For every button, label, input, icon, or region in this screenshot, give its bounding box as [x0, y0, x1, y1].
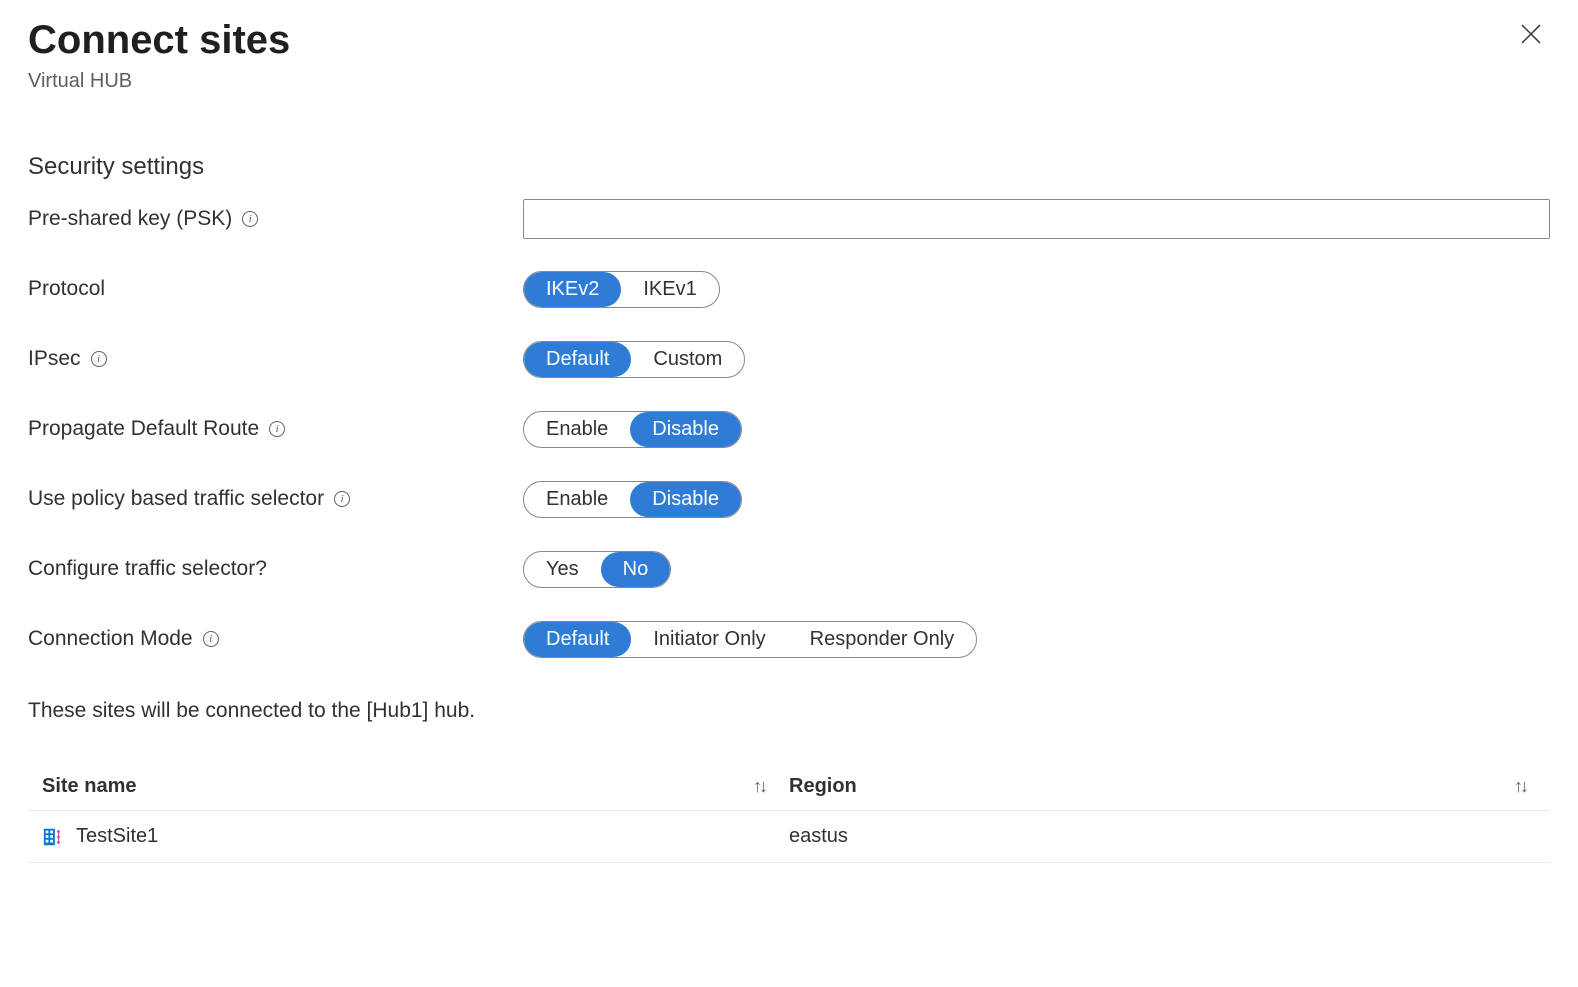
configure-option-no[interactable]: No	[601, 552, 671, 587]
info-icon[interactable]: i	[203, 631, 219, 647]
column-header-site-name[interactable]: Site name ↑↓	[28, 775, 789, 798]
site-icon	[42, 826, 64, 848]
close-icon	[1520, 23, 1542, 45]
policy-option-disable[interactable]: Disable	[630, 482, 741, 517]
info-icon[interactable]: i	[91, 351, 107, 367]
page-subtitle: Virtual HUB	[28, 70, 290, 93]
info-icon[interactable]: i	[334, 491, 350, 507]
protocol-option-ikev1[interactable]: IKEv1	[621, 272, 718, 307]
policy-option-enable[interactable]: Enable	[524, 482, 630, 517]
label-policy-selector: Use policy based traffic selector	[28, 487, 324, 511]
psk-input[interactable]	[523, 199, 1550, 239]
table-row[interactable]: TestSite1 eastus	[28, 811, 1550, 863]
section-heading-security: Security settings	[28, 153, 1550, 181]
cell-site-name: TestSite1	[76, 825, 158, 848]
sort-icon[interactable]: ↑↓	[1514, 776, 1526, 797]
page-title: Connect sites	[28, 18, 290, 62]
row-ipsec: IPsec i Default Custom	[28, 339, 1550, 379]
row-psk: Pre-shared key (PSK) i	[28, 199, 1550, 239]
sites-table: Site name ↑↓ Region ↑↓ TestSite1 eastus	[28, 763, 1550, 863]
connection-mode-toggle: Default Initiator Only Responder Only	[523, 621, 977, 658]
mode-option-default[interactable]: Default	[524, 622, 631, 657]
row-configure-selector: Configure traffic selector? Yes No	[28, 549, 1550, 589]
protocol-option-ikev2[interactable]: IKEv2	[524, 272, 621, 307]
protocol-toggle: IKEv2 IKEv1	[523, 271, 720, 308]
label-psk: Pre-shared key (PSK)	[28, 207, 232, 231]
policy-selector-toggle: Enable Disable	[523, 481, 742, 518]
propagate-option-enable[interactable]: Enable	[524, 412, 630, 447]
connection-description: These sites will be connected to the [Hu…	[28, 699, 1550, 723]
propagate-toggle: Enable Disable	[523, 411, 742, 448]
label-connection-mode: Connection Mode	[28, 627, 193, 651]
close-button[interactable]	[1512, 18, 1550, 54]
info-icon[interactable]: i	[242, 211, 258, 227]
panel-header: Connect sites Virtual HUB	[28, 18, 1550, 93]
label-configure-selector: Configure traffic selector?	[28, 557, 267, 581]
label-protocol: Protocol	[28, 277, 105, 301]
info-icon[interactable]: i	[269, 421, 285, 437]
row-propagate: Propagate Default Route i Enable Disable	[28, 409, 1550, 449]
ipsec-option-custom[interactable]: Custom	[631, 342, 744, 377]
column-label-region: Region	[789, 775, 857, 798]
label-ipsec: IPsec	[28, 347, 81, 371]
propagate-option-disable[interactable]: Disable	[630, 412, 741, 447]
configure-option-yes[interactable]: Yes	[524, 552, 601, 587]
ipsec-option-default[interactable]: Default	[524, 342, 631, 377]
column-header-region[interactable]: Region ↑↓	[789, 775, 1550, 798]
mode-option-responder[interactable]: Responder Only	[788, 622, 977, 657]
row-policy-selector: Use policy based traffic selector i Enab…	[28, 479, 1550, 519]
cell-region: eastus	[789, 825, 848, 848]
row-connection-mode: Connection Mode i Default Initiator Only…	[28, 619, 1550, 659]
mode-option-initiator[interactable]: Initiator Only	[631, 622, 787, 657]
ipsec-toggle: Default Custom	[523, 341, 745, 378]
column-label-site: Site name	[42, 775, 136, 798]
row-protocol: Protocol IKEv2 IKEv1	[28, 269, 1550, 309]
sort-icon[interactable]: ↑↓	[753, 776, 765, 797]
table-header: Site name ↑↓ Region ↑↓	[28, 763, 1550, 811]
configure-selector-toggle: Yes No	[523, 551, 671, 588]
label-propagate: Propagate Default Route	[28, 417, 259, 441]
